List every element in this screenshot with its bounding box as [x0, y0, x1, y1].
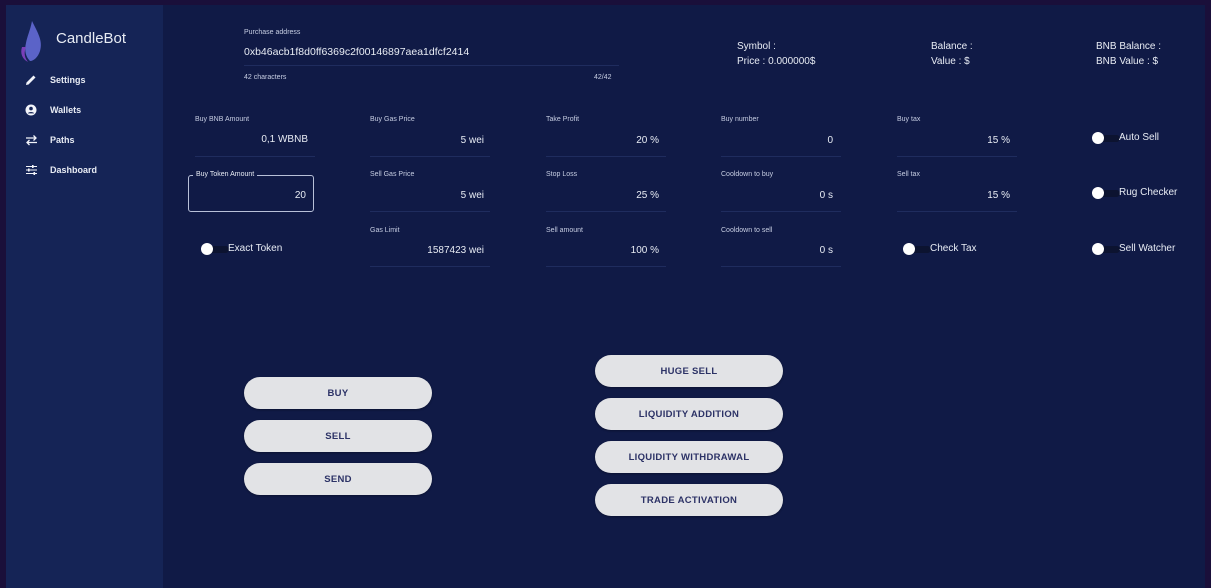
- rug-checker-label: Rug Checker: [1119, 187, 1178, 198]
- stop-loss-input[interactable]: 25 %: [546, 190, 659, 201]
- toggle-knob: [903, 243, 915, 255]
- balance-text: Balance :: [931, 41, 973, 52]
- sell-gas-price-input[interactable]: 5 wei: [370, 190, 484, 201]
- swap-arrows-icon: [24, 133, 38, 147]
- liquidity-addition-button[interactable]: LIQUIDITY ADDITION: [595, 398, 783, 430]
- sell-tax-input[interactable]: 15 %: [897, 190, 1010, 201]
- check-tax-label: Check Tax: [930, 243, 977, 254]
- sell-gas-price-label: Sell Gas Price: [370, 171, 415, 178]
- bnb-value-text: BNB Value : $: [1096, 56, 1159, 67]
- candle-flame-logo: [21, 21, 41, 62]
- toggle-knob: [1092, 187, 1104, 199]
- field-underline: [546, 266, 666, 267]
- account-icon: [24, 103, 38, 117]
- sidebar: CandleBot Settings Wallets Paths Dashboa…: [6, 5, 163, 588]
- value-text: Value : $: [931, 56, 970, 67]
- field-underline: [546, 156, 666, 157]
- rug-checker-toggle[interactable]: [1092, 186, 1122, 200]
- buy-bnb-amount-label: Buy BNB Amount: [195, 116, 250, 123]
- field-underline: [195, 156, 315, 157]
- cooldown-buy-input[interactable]: 0 s: [721, 190, 833, 201]
- purchase-address-underline: [244, 65, 619, 66]
- sliders-icon: [24, 163, 38, 177]
- field-underline: [546, 211, 666, 212]
- sell-watcher-label: Sell Watcher: [1119, 243, 1176, 254]
- check-tax-toggle[interactable]: [903, 242, 933, 256]
- gas-limit-input[interactable]: 1587423 wei: [370, 245, 484, 256]
- sell-amount-label: Sell amount: [546, 227, 583, 234]
- field-underline: [897, 156, 1017, 157]
- sidebar-item-paths[interactable]: Paths: [24, 131, 75, 149]
- take-profit-input[interactable]: 20 %: [546, 135, 659, 146]
- field-underline: [721, 156, 841, 157]
- buy-button[interactable]: BUY: [244, 377, 432, 409]
- field-underline: [370, 211, 490, 212]
- bnb-balance-text: BNB Balance :: [1096, 41, 1162, 52]
- cooldown-sell-label: Cooldown to sell: [721, 227, 773, 234]
- field-underline: [721, 266, 841, 267]
- buy-gas-price-label: Buy Gas Price: [370, 116, 415, 123]
- price-text: Price : 0.000000$: [737, 56, 816, 67]
- field-underline: [721, 211, 841, 212]
- send-button[interactable]: SEND: [244, 463, 432, 495]
- liquidity-withdrawal-button[interactable]: LIQUIDITY WITHDRAWAL: [595, 441, 783, 473]
- field-underline: [370, 266, 490, 267]
- buy-tax-input[interactable]: 15 %: [897, 135, 1010, 146]
- buy-bnb-amount-input[interactable]: 0,1 WBNB: [195, 134, 308, 145]
- sell-button[interactable]: SELL: [244, 420, 432, 452]
- exact-token-label: Exact Token: [228, 243, 283, 254]
- purchase-address-label: Purchase address: [244, 29, 301, 36]
- purchase-address-helper: 42 characters: [244, 74, 287, 81]
- sidebar-item-settings[interactable]: Settings: [24, 71, 86, 89]
- brand-name: CandleBot: [56, 30, 127, 47]
- buy-token-amount-input[interactable]: Buy Token Amount 20: [188, 171, 314, 212]
- sidebar-item-label: Paths: [50, 135, 75, 145]
- sell-tax-label: Sell tax: [897, 171, 920, 178]
- sidebar-item-wallets[interactable]: Wallets: [24, 101, 81, 119]
- sidebar-item-label: Settings: [50, 75, 86, 85]
- auto-sell-toggle[interactable]: [1092, 131, 1122, 145]
- pencil-icon: [24, 73, 38, 87]
- app-window: CandleBot Settings Wallets Paths Dashboa…: [6, 5, 1205, 588]
- auto-sell-label: Auto Sell: [1119, 132, 1160, 143]
- exact-token-toggle[interactable]: [201, 242, 231, 256]
- purchase-address-input[interactable]: 0xb46acb1f8d0ff6369c2f00146897aea1dfcf24…: [244, 46, 469, 58]
- toggle-knob: [201, 243, 213, 255]
- main-content: Purchase address 0xb46acb1f8d0ff6369c2f0…: [163, 5, 1205, 588]
- purchase-address-counter: 42/42: [594, 74, 612, 81]
- toggle-knob: [1092, 243, 1104, 255]
- take-profit-label: Take Profit: [546, 116, 580, 123]
- cooldown-buy-label: Cooldown to buy: [721, 171, 774, 178]
- buy-number-label: Buy number: [721, 116, 759, 123]
- sell-watcher-toggle[interactable]: [1092, 242, 1122, 256]
- stop-loss-label: Stop Loss: [546, 171, 578, 178]
- sidebar-item-label: Wallets: [50, 105, 82, 115]
- buy-gas-price-input[interactable]: 5 wei: [370, 135, 484, 146]
- field-underline: [370, 156, 490, 157]
- toggle-knob: [1092, 132, 1104, 144]
- buy-number-input[interactable]: 0: [721, 135, 833, 146]
- buy-token-amount-value: 20: [294, 190, 306, 201]
- symbol-text: Symbol :: [737, 41, 776, 52]
- buy-tax-label: Buy tax: [897, 116, 921, 123]
- cooldown-sell-input[interactable]: 0 s: [721, 245, 833, 256]
- sidebar-item-dashboard[interactable]: Dashboard: [24, 161, 97, 179]
- buy-token-amount-label: Buy Token Amount: [193, 171, 258, 178]
- sell-amount-input[interactable]: 100 %: [546, 245, 659, 256]
- field-underline: [897, 211, 1017, 212]
- trade-activation-button[interactable]: TRADE ACTIVATION: [595, 484, 783, 516]
- gas-limit-label: Gas Limit: [370, 227, 400, 234]
- sidebar-item-label: Dashboard: [50, 165, 98, 175]
- huge-sell-button[interactable]: HUGE SELL: [595, 355, 783, 387]
